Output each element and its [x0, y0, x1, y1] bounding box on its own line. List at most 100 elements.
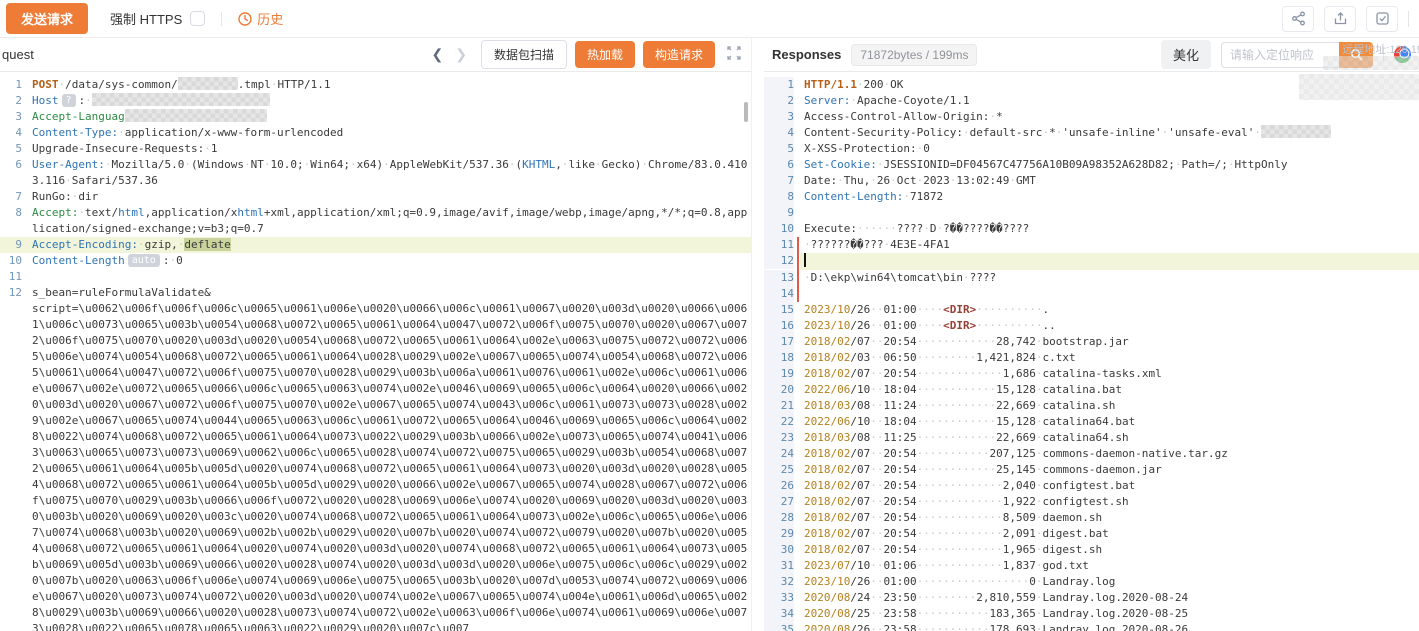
line-number: 35 — [764, 622, 794, 631]
report-button[interactable] — [1366, 6, 1398, 32]
code-line-17: 172018/02/07··20:54············28,742·bo… — [764, 334, 1419, 350]
history-button[interactable]: 历史 — [238, 9, 283, 28]
line-number: 9 — [764, 205, 794, 221]
fullscreen-icon — [727, 46, 741, 60]
expand-panel-button[interactable] — [727, 46, 741, 63]
code-line-1: 1POST·/data/sys-common/.tmpl·HTTP/1.1 — [0, 77, 751, 93]
line-number: 1 — [764, 77, 794, 93]
code-line-11: 11·??????��???·4E3E-4FA1 — [764, 237, 1419, 253]
history-next-button[interactable]: ❯ — [449, 46, 473, 63]
line-number: 11 — [764, 237, 794, 253]
code-line-6: 6User-Agent:·Mozilla/5.0·(Windows·NT·10.… — [0, 157, 751, 189]
line-number: 5 — [764, 141, 794, 157]
line-number: 3 — [764, 109, 794, 125]
search-input[interactable] — [1221, 42, 1339, 68]
line-number: 26 — [764, 478, 794, 494]
text-cursor — [804, 253, 806, 267]
code-line-11: 11 — [0, 269, 751, 285]
line-number: 1 — [0, 77, 22, 93]
code-line-33: 332020/08/24··23:50·········2,810,559·La… — [764, 590, 1419, 606]
code-line-2: 2Host?:· — [0, 93, 751, 109]
code-line-9: 9Accept-Encoding:·gzip,·deflate — [0, 237, 751, 253]
send-request-button[interactable]: 发送请求 — [6, 3, 88, 34]
line-number: 6 — [764, 157, 794, 173]
code-line-12: 12s_bean=ruleFormulaValidate&script=\u00… — [0, 285, 751, 631]
panel-splitter[interactable] — [752, 38, 764, 631]
search-button[interactable] — [1339, 42, 1373, 68]
code-line-18: 182018/02/03··06:50·········1,421,824·c.… — [764, 350, 1419, 366]
export-icon — [1333, 11, 1348, 26]
line-marker — [25, 269, 28, 285]
line-number: 28 — [764, 510, 794, 526]
code-line-12: 12 — [764, 253, 1419, 270]
line-number: 4 — [0, 125, 22, 141]
line-number: 16 — [764, 318, 794, 334]
code-line-16: 162023/10/26··01:00····<DIR>··········.. — [764, 318, 1419, 334]
response-panel-title: Responses — [772, 47, 841, 62]
line-number: 20 — [764, 382, 794, 398]
response-panel-header: Responses 71872bytes / 199ms 美化 — [764, 38, 1419, 72]
code-line-32: 322023/10/26··01:00·················0·La… — [764, 574, 1419, 590]
packet-scan-button[interactable]: 数据包扫描 — [481, 40, 567, 69]
code-line-28: 282018/02/07··20:54·············8,509·da… — [764, 510, 1419, 526]
line-number: 15 — [764, 302, 794, 318]
share-button[interactable] — [1282, 6, 1314, 32]
code-line-15: 152023/10/26··01:00····<DIR>··········. — [764, 302, 1419, 318]
code-line-13: 13·D:\ekp\win64\tomcat\bin·???? — [764, 270, 1419, 286]
line-number: 29 — [764, 526, 794, 542]
code-line-21: 212018/03/08··11:24············22,669·ca… — [764, 398, 1419, 414]
request-scrollbar[interactable] — [744, 102, 748, 122]
line-number: 10 — [0, 253, 22, 269]
code-line-22: 222022/06/10··18:04············15,128·ca… — [764, 414, 1419, 430]
response-search — [1221, 42, 1373, 68]
header-divider — [1383, 47, 1384, 63]
line-number: 12 — [764, 253, 794, 269]
line-number: 14 — [764, 286, 794, 302]
line-number: 21 — [764, 398, 794, 414]
code-line-34: 342020/08/25··23:58···········183,365·La… — [764, 606, 1419, 622]
code-line-9: 9 — [764, 205, 1419, 221]
force-https-label: 强制 HTTPS — [110, 9, 182, 28]
code-line-6: 6Set-Cookie:·JSESSIONID=DF04567C47756A10… — [764, 157, 1419, 173]
search-icon — [1350, 48, 1363, 61]
code-line-8: 8Accept:·text/html,application/xhtml+xml… — [0, 205, 751, 237]
line-number: 10 — [764, 221, 794, 237]
code-line-27: 272018/02/07··20:54·············1,922·co… — [764, 494, 1419, 510]
response-panel: Responses 71872bytes / 199ms 美化 1HTTP/1.… — [764, 38, 1419, 631]
modified-line-marker — [797, 253, 799, 270]
hot-reload-button[interactable]: 热加载 — [575, 41, 635, 68]
line-number: 6 — [0, 157, 22, 173]
force-https-checkbox[interactable] — [190, 11, 205, 26]
line-number: 32 — [764, 574, 794, 590]
line-number: 25 — [764, 462, 794, 478]
code-line-7: 7Date:·Thu,·26·Oct·2023·13:02:49·GMT — [764, 173, 1419, 189]
code-line-20: 202022/06/10··18:04············15,128·ca… — [764, 382, 1419, 398]
top-toolbar: 发送请求 强制 HTTPS 历史 — [0, 0, 1419, 38]
request-editor[interactable]: 1POST·/data/sys-common/.tmpl·HTTP/1.12Ho… — [0, 72, 751, 631]
modified-line-marker — [797, 270, 799, 286]
http-repeater-window: 发送请求 强制 HTTPS 历史 — [0, 0, 1419, 631]
request-panel: quest ❮ ❯ 数据包扫描 热加载 构造请求 1POST·/data/sys… — [0, 38, 752, 631]
line-marker — [797, 205, 800, 221]
code-line-31: 312023/07/10··01:06·············1,837·go… — [764, 558, 1419, 574]
history-prev-button[interactable]: ❮ — [425, 46, 449, 63]
code-line-10: 10Execute:······????·D·?��????��???? — [764, 221, 1419, 237]
code-line-24: 242018/02/07··20:54···········207,125·co… — [764, 446, 1419, 462]
code-line-3: 3Accept-Languag — [0, 109, 751, 125]
line-number: 34 — [764, 606, 794, 622]
modified-line-marker — [797, 237, 799, 253]
line-number: 31 — [764, 558, 794, 574]
code-line-5: 5X-XSS-Protection:·0 — [764, 141, 1419, 157]
history-label: 历史 — [257, 9, 283, 28]
share-icon — [1291, 11, 1306, 26]
beautify-button[interactable]: 美化 — [1161, 40, 1211, 69]
open-in-browser-icon[interactable] — [1392, 44, 1413, 65]
export-button[interactable] — [1324, 6, 1356, 32]
code-line-8: 8Content-Length:·71872 — [764, 189, 1419, 205]
line-number: 23 — [764, 430, 794, 446]
line-number: 8 — [764, 189, 794, 205]
response-viewer[interactable]: 1HTTP/1.1·200·OK2Server:·Apache-Coyote/1… — [764, 72, 1419, 631]
toolbar-divider — [1408, 11, 1409, 27]
line-number: 24 — [764, 446, 794, 462]
construct-request-button[interactable]: 构造请求 — [643, 41, 715, 68]
